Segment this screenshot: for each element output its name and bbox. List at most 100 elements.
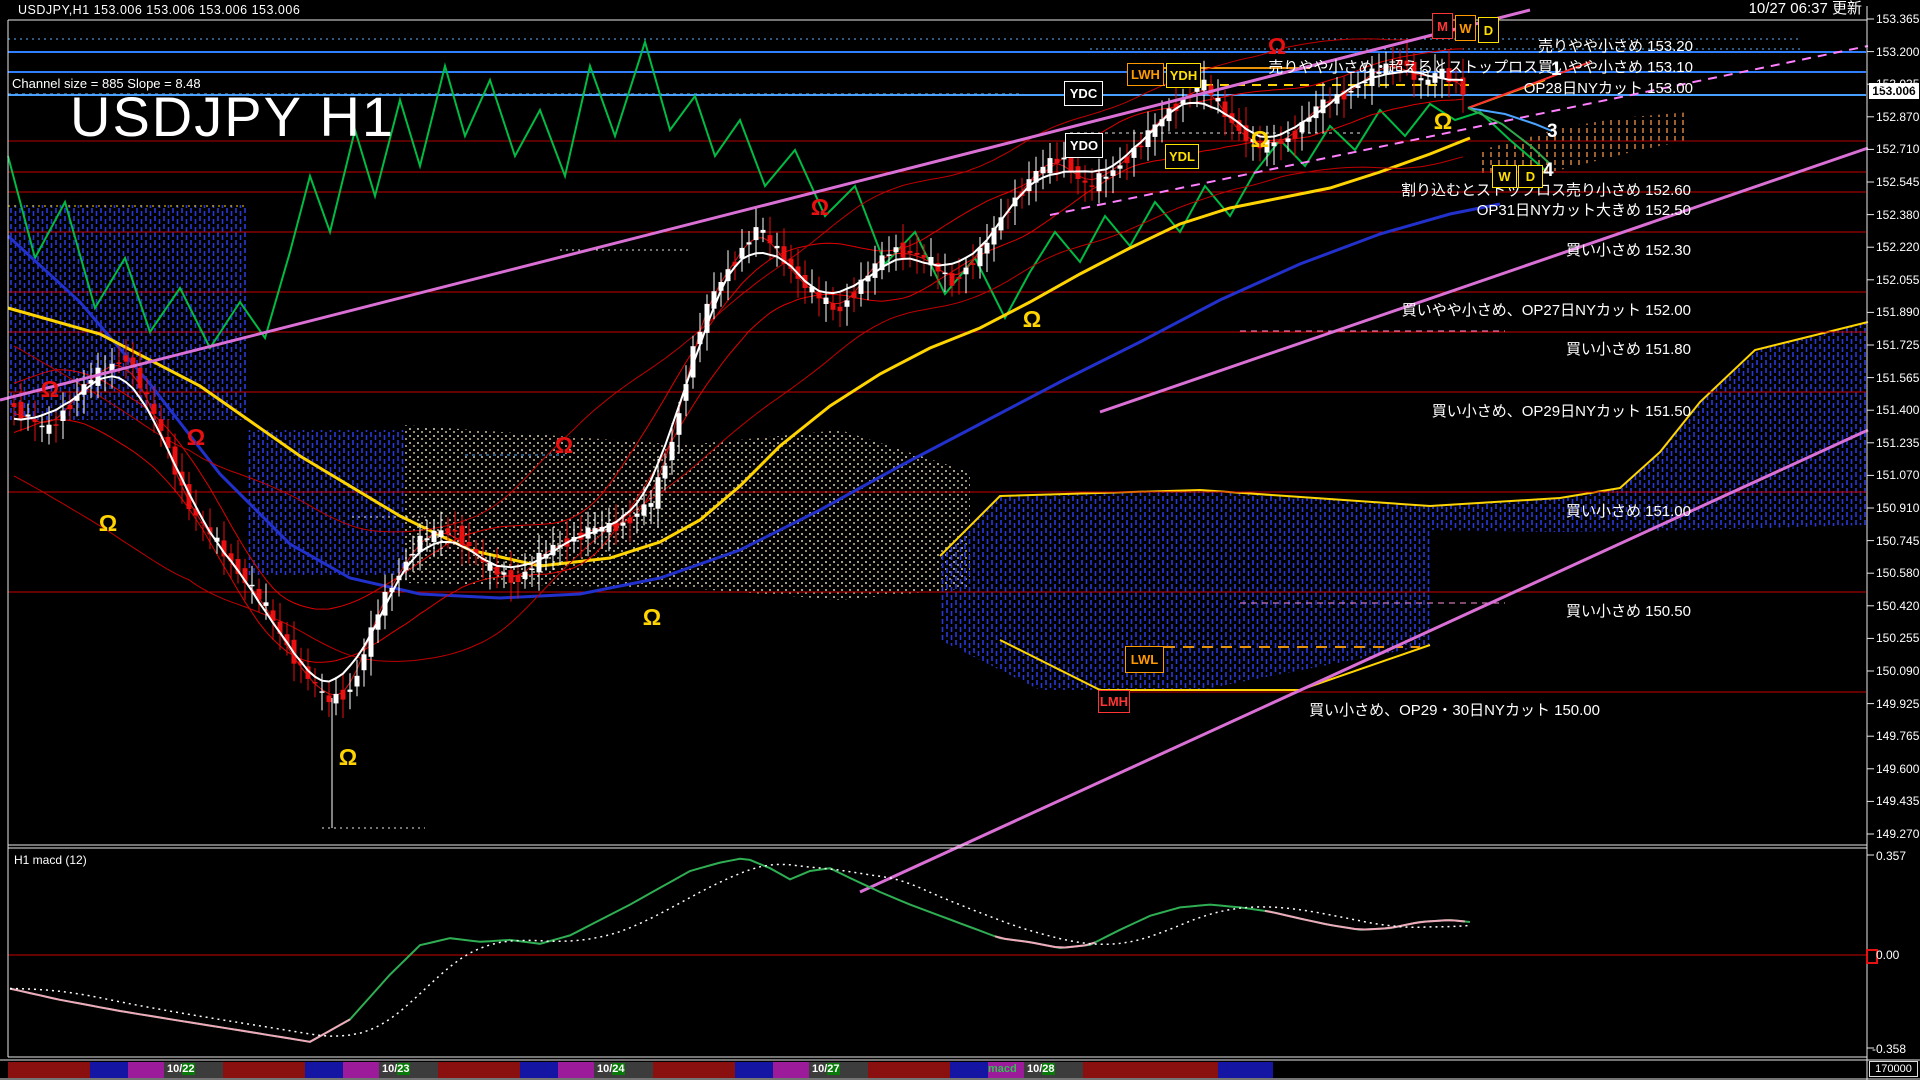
price-axis-label: 150.420 bbox=[1876, 598, 1920, 613]
level-label-lwl[interactable]: LWL bbox=[1125, 646, 1164, 673]
level-label-ydc[interactable]: YDC bbox=[1064, 81, 1103, 106]
price-axis-label: 152.380 bbox=[1876, 207, 1920, 222]
price-axis-label: 149.435 bbox=[1876, 794, 1920, 809]
date-label: 10/27 bbox=[812, 1063, 840, 1075]
price-axis-label: 150.580 bbox=[1876, 566, 1920, 581]
price-axis-label: 153.365 bbox=[1876, 12, 1920, 26]
session-segment bbox=[90, 1062, 128, 1078]
signal-marker-icon: Ω bbox=[186, 424, 206, 450]
wave-number-1: 1 bbox=[1551, 59, 1562, 80]
order-annotation: 売りやや小さめ・超えるとストップロス買いやや小さめ 153.10 bbox=[1268, 59, 1693, 76]
level-label-w[interactable]: W bbox=[1492, 165, 1517, 188]
order-annotation: 売りやや小さめ 153.20 bbox=[1537, 38, 1693, 55]
price-axis-label: 151.400 bbox=[1876, 403, 1920, 418]
order-annotation: 買い小さめ 151.80 bbox=[1565, 341, 1691, 358]
order-annotation: OP28日NYカット 153.00 bbox=[1523, 80, 1693, 97]
wave-number-3: 3 bbox=[1547, 121, 1558, 142]
level-label-d[interactable]: D bbox=[1478, 17, 1499, 43]
date-label: 10/28 bbox=[1027, 1063, 1055, 1075]
price-axis-label: 150.745 bbox=[1876, 533, 1920, 548]
level-label-d[interactable]: D bbox=[1518, 165, 1543, 188]
price-axis-label: 152.220 bbox=[1876, 240, 1920, 255]
signal-marker-icon: Ω bbox=[554, 432, 574, 458]
macd-signal-line bbox=[9, 863, 1471, 1037]
level-label-m[interactable]: M bbox=[1432, 13, 1453, 39]
price-axis-label: 150.090 bbox=[1876, 664, 1920, 678]
update-timestamp: 10/27 06:37 更新 bbox=[1748, 0, 1862, 17]
price-axis-label: 153.035 bbox=[1876, 77, 1920, 92]
level-label-lmh[interactable]: LMH bbox=[1098, 690, 1130, 713]
order-annotation: 買い小さめ、OP29日NYカット 151.50 bbox=[1431, 403, 1691, 420]
order-annotation: 買い小さめ、OP29・30日NYカット 150.00 bbox=[1309, 702, 1600, 719]
session-segment bbox=[1083, 1062, 1218, 1078]
ichimoku-cloud bbox=[940, 490, 1430, 690]
title-bar: USDJPY,H1 153.006 153.006 153.006 153.00… bbox=[0, 0, 1920, 20]
session-segment bbox=[223, 1062, 305, 1078]
price-axis-label: 152.710 bbox=[1876, 142, 1920, 157]
signal-marker-icon: Ω bbox=[40, 376, 60, 402]
macd-line-pink bbox=[1264, 909, 1466, 931]
date-label: 10/22 bbox=[167, 1063, 195, 1075]
price-axis-label: 150.255 bbox=[1876, 631, 1920, 646]
session-segment bbox=[773, 1062, 809, 1078]
macd-axis-min: -0.358 bbox=[1872, 1042, 1907, 1056]
wave-number-4: 4 bbox=[1543, 160, 1554, 181]
date-label: 10/23 bbox=[382, 1063, 410, 1075]
ichimoku-cloud bbox=[686, 430, 970, 600]
date-label: 10/24 bbox=[597, 1063, 625, 1075]
signal-marker-icon: Ω bbox=[1250, 126, 1270, 152]
price-axis-label: 151.070 bbox=[1876, 468, 1920, 483]
level-label-ydo[interactable]: YDO bbox=[1065, 133, 1103, 158]
macd-indicator-label: H1 macd (12) bbox=[14, 853, 87, 867]
price-axis-label: 151.565 bbox=[1876, 370, 1920, 385]
price-axis-label: 149.600 bbox=[1876, 761, 1920, 776]
macd-axis-zero: 0.00 bbox=[1876, 948, 1900, 962]
signal-marker-icon: Ω bbox=[642, 604, 662, 630]
price-axis-label: 153.200 bbox=[1876, 44, 1920, 59]
level-label-ydh[interactable]: YDH bbox=[1166, 63, 1201, 88]
price-axis-label: 150.910 bbox=[1876, 501, 1920, 515]
level-label-w[interactable]: W bbox=[1455, 15, 1476, 41]
signal-marker-icon: Ω bbox=[98, 510, 118, 536]
session-segment bbox=[343, 1062, 379, 1078]
session-segment bbox=[520, 1062, 558, 1078]
signal-marker-icon: Ω bbox=[1433, 108, 1453, 134]
session-segment bbox=[735, 1062, 773, 1078]
macd-line bbox=[9, 857, 1471, 1043]
price-axis-label: 151.235 bbox=[1876, 435, 1920, 450]
price-axis-label: 152.870 bbox=[1876, 109, 1920, 124]
order-annotation: 買い小さめ 151.00 bbox=[1565, 503, 1691, 520]
macd-line-pink bbox=[994, 935, 1096, 949]
symbol-watermark: USDJPY H1 bbox=[70, 85, 396, 148]
signal-marker-icon: Ω bbox=[1022, 306, 1042, 332]
session-segment bbox=[128, 1062, 164, 1078]
order-annotation: OP31日NYカット大きめ 152.50 bbox=[1476, 202, 1691, 219]
signal-marker-icon: Ω bbox=[1267, 33, 1287, 59]
price-axis-label: 152.055 bbox=[1876, 272, 1920, 287]
signal-marker-icon: Ω bbox=[338, 744, 358, 770]
price-axis-label: 149.925 bbox=[1876, 696, 1920, 711]
price-axis-label: 149.765 bbox=[1876, 729, 1920, 744]
ichimoku-cloud bbox=[248, 430, 404, 575]
price-axis-label: 151.725 bbox=[1876, 338, 1920, 352]
session-segment bbox=[653, 1062, 735, 1078]
session-segment bbox=[438, 1062, 520, 1078]
session-segment bbox=[305, 1062, 343, 1078]
order-annotation: 割り込むとストップロス売り小さめ 152.60 bbox=[1400, 182, 1691, 199]
chart-canvas[interactable] bbox=[0, 0, 1920, 1080]
channel-info-label: Channel size = 885 Slope = 8.48 bbox=[12, 76, 201, 91]
price-axis-label: 151.890 bbox=[1876, 305, 1920, 320]
price-axis-label: 149.270 bbox=[1876, 827, 1920, 841]
symbol-ohlc-readout: USDJPY,H1 153.006 153.006 153.006 153.00… bbox=[18, 3, 301, 17]
session-segment bbox=[8, 1062, 90, 1078]
order-annotation: 買い小さめ 152.30 bbox=[1565, 242, 1691, 259]
session-segment bbox=[868, 1062, 950, 1078]
corner-scale-box: 170000 bbox=[1869, 1061, 1918, 1077]
order-annotation: 買いやや小さめ、OP27日NYカット 152.00 bbox=[1401, 302, 1691, 319]
level-label-lwh[interactable]: LWH bbox=[1127, 63, 1164, 86]
level-label-ydl[interactable]: YDL bbox=[1165, 144, 1199, 169]
macd-line-pink bbox=[9, 987, 351, 1043]
macd-axis-max: 0.357 bbox=[1876, 849, 1907, 863]
timeline-macd-tag: macd bbox=[988, 1063, 1017, 1075]
signal-marker-icon: Ω bbox=[810, 194, 830, 220]
